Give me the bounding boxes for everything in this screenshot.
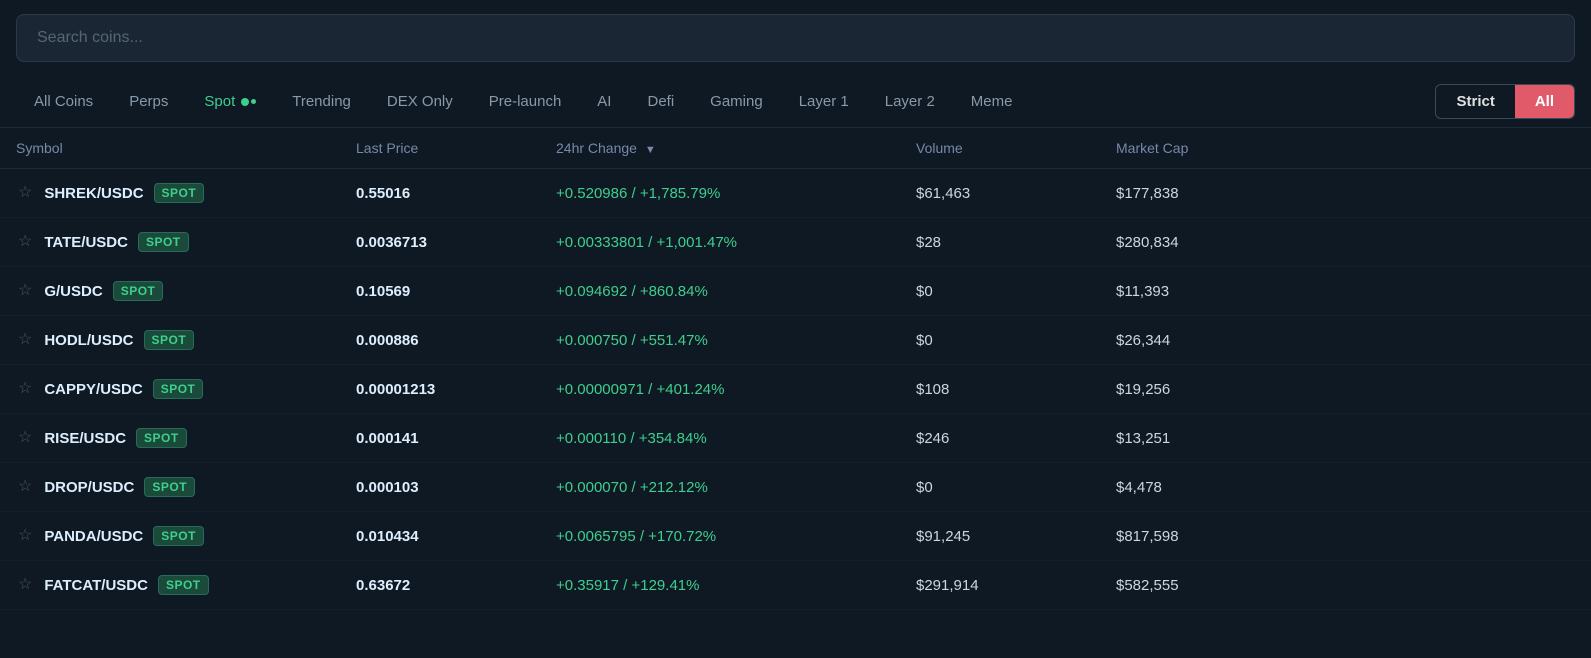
tab-perps[interactable]: Perps bbox=[111, 85, 186, 118]
market-cap-cell: $280,834 bbox=[1100, 218, 1591, 267]
tab-pre-launch[interactable]: Pre-launch bbox=[471, 85, 580, 118]
price-cell: 0.010434 bbox=[340, 512, 540, 561]
table-row: ☆ G/USDC SPOT 0.10569 +0.094692 / +860.8… bbox=[0, 267, 1591, 316]
symbol-name[interactable]: HODL/USDC bbox=[44, 332, 133, 349]
change-cell: +0.35917 / +129.41% bbox=[540, 561, 900, 610]
volume-cell: $91,245 bbox=[900, 512, 1100, 561]
volume-cell: $246 bbox=[900, 414, 1100, 463]
symbol-name[interactable]: DROP/USDC bbox=[44, 479, 134, 496]
change-cell: +0.00333801 / +1,001.47% bbox=[540, 218, 900, 267]
favorite-star-icon[interactable]: ☆ bbox=[16, 428, 34, 448]
symbol-name[interactable]: TATE/USDC bbox=[44, 234, 128, 251]
favorite-star-icon[interactable]: ☆ bbox=[16, 379, 34, 399]
favorite-star-icon[interactable]: ☆ bbox=[16, 281, 34, 301]
spot-badge: SPOT bbox=[153, 379, 204, 399]
tab-ai[interactable]: AI bbox=[579, 85, 629, 118]
symbol-name[interactable]: G/USDC bbox=[44, 283, 102, 300]
nav-tabs-bar: All Coins Perps Spot Trending DEX Only P… bbox=[0, 76, 1591, 128]
spot-icon bbox=[241, 98, 256, 106]
col-header-price: Last Price bbox=[340, 128, 540, 169]
price-cell: 0.10569 bbox=[340, 267, 540, 316]
volume-cell: $28 bbox=[900, 218, 1100, 267]
market-cap-cell: $582,555 bbox=[1100, 561, 1591, 610]
favorite-star-icon[interactable]: ☆ bbox=[16, 477, 34, 497]
strict-button[interactable]: Strict bbox=[1436, 85, 1514, 118]
sort-arrow-icon: ▼ bbox=[645, 144, 656, 156]
volume-cell: $61,463 bbox=[900, 169, 1100, 218]
favorite-star-icon[interactable]: ☆ bbox=[16, 183, 34, 203]
all-button[interactable]: All bbox=[1515, 85, 1574, 118]
col-header-change[interactable]: 24hr Change ▼ bbox=[540, 128, 900, 169]
price-cell: 0.000103 bbox=[340, 463, 540, 512]
spot-badge: SPOT bbox=[136, 428, 187, 448]
favorite-star-icon[interactable]: ☆ bbox=[16, 526, 34, 546]
spot-badge: SPOT bbox=[113, 281, 164, 301]
tab-layer2[interactable]: Layer 2 bbox=[867, 85, 953, 118]
price-cell: 0.63672 bbox=[340, 561, 540, 610]
change-cell: +0.00000971 / +401.24% bbox=[540, 365, 900, 414]
favorite-star-icon[interactable]: ☆ bbox=[16, 575, 34, 595]
symbol-name[interactable]: PANDA/USDC bbox=[44, 528, 143, 545]
table-row: ☆ CAPPY/USDC SPOT 0.00001213 +0.00000971… bbox=[0, 365, 1591, 414]
table-row: ☆ RISE/USDC SPOT 0.000141 +0.000110 / +3… bbox=[0, 414, 1591, 463]
table-row: ☆ PANDA/USDC SPOT 0.010434 +0.0065795 / … bbox=[0, 512, 1591, 561]
table-row: ☆ FATCAT/USDC SPOT 0.63672 +0.35917 / +1… bbox=[0, 561, 1591, 610]
spot-badge: SPOT bbox=[154, 183, 205, 203]
table-row: ☆ HODL/USDC SPOT 0.000886 +0.000750 / +5… bbox=[0, 316, 1591, 365]
table-row: ☆ SHREK/USDC SPOT 0.55016 +0.520986 / +1… bbox=[0, 169, 1591, 218]
tab-spot[interactable]: Spot bbox=[186, 85, 274, 118]
volume-cell: $108 bbox=[900, 365, 1100, 414]
change-cell: +0.000750 / +551.47% bbox=[540, 316, 900, 365]
market-cap-cell: $4,478 bbox=[1100, 463, 1591, 512]
col-header-market-cap: Market Cap bbox=[1100, 128, 1591, 169]
favorite-star-icon[interactable]: ☆ bbox=[16, 232, 34, 252]
search-input[interactable] bbox=[16, 14, 1575, 62]
change-cell: +0.094692 / +860.84% bbox=[540, 267, 900, 316]
table-row: ☆ DROP/USDC SPOT 0.000103 +0.000070 / +2… bbox=[0, 463, 1591, 512]
volume-cell: $0 bbox=[900, 463, 1100, 512]
symbol-name[interactable]: FATCAT/USDC bbox=[44, 577, 148, 594]
market-cap-cell: $11,393 bbox=[1100, 267, 1591, 316]
change-cell: +0.000070 / +212.12% bbox=[540, 463, 900, 512]
col-header-volume: Volume bbox=[900, 128, 1100, 169]
search-bar bbox=[0, 0, 1591, 76]
change-cell: +0.0065795 / +170.72% bbox=[540, 512, 900, 561]
tab-dex-only[interactable]: DEX Only bbox=[369, 85, 471, 118]
tab-trending[interactable]: Trending bbox=[274, 85, 369, 118]
tab-all-coins[interactable]: All Coins bbox=[16, 85, 111, 118]
volume-cell: $0 bbox=[900, 316, 1100, 365]
coin-table: Symbol Last Price 24hr Change ▼ Volume M… bbox=[0, 128, 1591, 610]
symbol-name[interactable]: SHREK/USDC bbox=[44, 185, 143, 202]
market-cap-cell: $19,256 bbox=[1100, 365, 1591, 414]
price-cell: 0.00001213 bbox=[340, 365, 540, 414]
col-header-symbol: Symbol bbox=[0, 128, 340, 169]
tab-layer1[interactable]: Layer 1 bbox=[781, 85, 867, 118]
volume-cell: $0 bbox=[900, 267, 1100, 316]
spot-badge: SPOT bbox=[158, 575, 209, 595]
tab-defi[interactable]: Defi bbox=[629, 85, 692, 118]
tab-gaming[interactable]: Gaming bbox=[692, 85, 781, 118]
price-cell: 0.0036713 bbox=[340, 218, 540, 267]
change-cell: +0.520986 / +1,785.79% bbox=[540, 169, 900, 218]
market-cap-cell: $817,598 bbox=[1100, 512, 1591, 561]
symbol-name[interactable]: RISE/USDC bbox=[44, 430, 126, 447]
price-cell: 0.000141 bbox=[340, 414, 540, 463]
price-cell: 0.55016 bbox=[340, 169, 540, 218]
volume-cell: $291,914 bbox=[900, 561, 1100, 610]
favorite-star-icon[interactable]: ☆ bbox=[16, 330, 34, 350]
spot-badge: SPOT bbox=[153, 526, 204, 546]
market-cap-cell: $13,251 bbox=[1100, 414, 1591, 463]
symbol-name[interactable]: CAPPY/USDC bbox=[44, 381, 142, 398]
filter-toggle: Strict All bbox=[1435, 84, 1575, 119]
spot-badge: SPOT bbox=[144, 330, 195, 350]
change-cell: +0.000110 / +354.84% bbox=[540, 414, 900, 463]
price-cell: 0.000886 bbox=[340, 316, 540, 365]
tab-meme[interactable]: Meme bbox=[953, 85, 1031, 118]
spot-badge: SPOT bbox=[144, 477, 195, 497]
market-cap-cell: $177,838 bbox=[1100, 169, 1591, 218]
spot-badge: SPOT bbox=[138, 232, 189, 252]
market-cap-cell: $26,344 bbox=[1100, 316, 1591, 365]
table-row: ☆ TATE/USDC SPOT 0.0036713 +0.00333801 /… bbox=[0, 218, 1591, 267]
